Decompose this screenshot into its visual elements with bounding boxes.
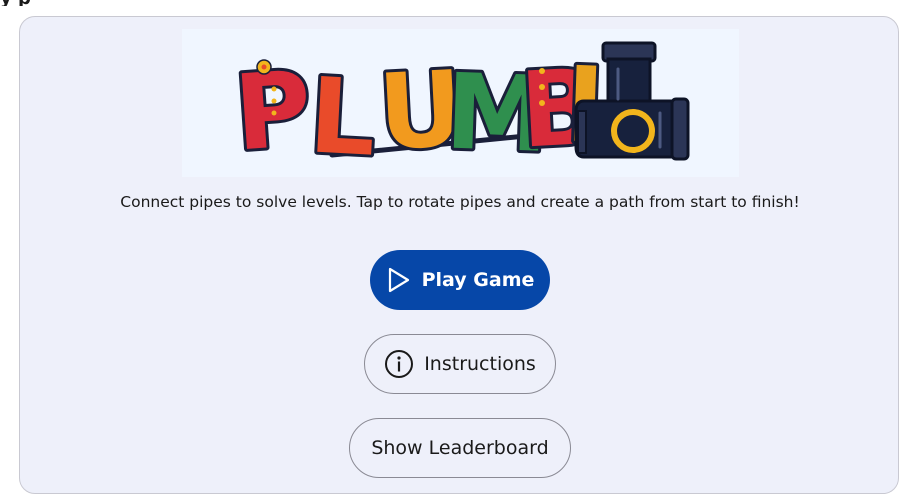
play-game-button[interactable]: Play Game bbox=[370, 250, 550, 310]
game-logo: P L U M B I bbox=[182, 29, 739, 177]
start-menu-card: P L U M B I bbox=[19, 16, 899, 494]
info-icon bbox=[384, 349, 414, 379]
instructions-button[interactable]: Instructions bbox=[364, 334, 556, 394]
logo-letter-l: L bbox=[306, 54, 379, 177]
show-leaderboard-label: Show Leaderboard bbox=[371, 437, 549, 459]
play-icon bbox=[386, 266, 412, 294]
instructions-label: Instructions bbox=[424, 353, 536, 375]
header-partial-title: y p bbox=[0, 0, 300, 6]
game-description: Connect pipes to solve levels. Tap to ro… bbox=[120, 193, 800, 211]
logo-graphic: P L U M B I bbox=[228, 40, 690, 177]
play-game-label: Play Game bbox=[421, 269, 535, 291]
show-leaderboard-button[interactable]: Show Leaderboard bbox=[349, 418, 571, 478]
